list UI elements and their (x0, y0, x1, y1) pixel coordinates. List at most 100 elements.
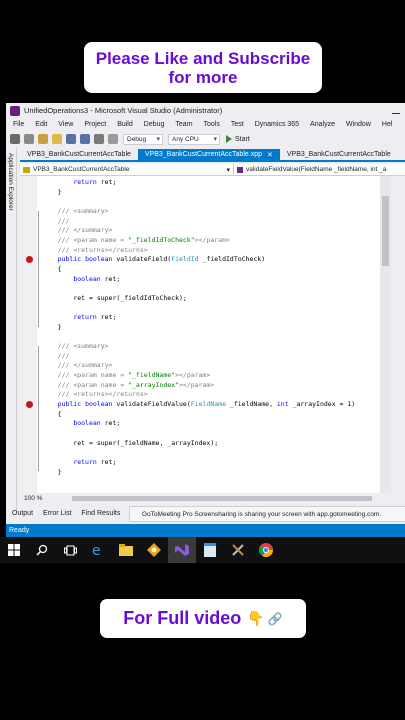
redo-icon[interactable] (108, 134, 118, 144)
code-line: public boolean validateField(FieldId _fi… (26, 255, 265, 264)
search-icon[interactable] (28, 537, 56, 563)
code-line: /// <summary> (42, 206, 109, 215)
full-video-banner[interactable]: For Full video 👇 🔗 (100, 599, 306, 638)
code-line: public boolean validateFieldValue(FieldN… (26, 400, 355, 409)
full-video-text: For Full video (123, 608, 242, 628)
class-dropdown[interactable]: VPB3_BankCustCurrentAccTable (20, 164, 234, 175)
start-label: Start (235, 135, 250, 143)
outline-guide (38, 210, 39, 327)
visual-studio-icon[interactable] (168, 537, 196, 563)
forward-icon[interactable] (24, 134, 34, 144)
standard-toolbar: Debug Any CPU Start (6, 131, 405, 147)
code-line: { (42, 264, 62, 273)
tab-table-designer-2[interactable]: VPB3_BankCustCurrentAccTable (280, 149, 398, 160)
menu-project[interactable]: Project (84, 121, 106, 128)
banner-line-1: Please Like and Subscribe (95, 48, 311, 68)
menu-debug[interactable]: Debug (144, 121, 165, 128)
scroll-thumb[interactable] (382, 196, 389, 266)
status-bar: Ready (6, 524, 405, 537)
code-line: /// </summary> (42, 226, 113, 235)
code-line: } (42, 322, 62, 331)
menu-window[interactable]: Window (346, 121, 371, 128)
menu-tools[interactable]: Tools (204, 121, 220, 128)
menu-help[interactable]: Hel (382, 121, 393, 128)
tab-label: VPB3_BankCustCurrentAccTable (286, 151, 391, 158)
tab-error-list[interactable]: Error List (43, 510, 71, 517)
windows-taskbar: e (0, 537, 405, 563)
title-bar: UnifiedOperations3 - Microsoft Visual St… (6, 103, 405, 118)
platform-select[interactable]: Any CPU (168, 133, 220, 145)
pointing-down-icon: 👇 (247, 610, 265, 627)
link-icon: 🔗 (267, 611, 283, 626)
screensharing-notification: GoToMeeting Pro Screensharing is sharing… (129, 506, 405, 522)
windows-start-icon[interactable] (0, 537, 28, 563)
tools-icon[interactable] (224, 537, 252, 563)
code-line: } (42, 187, 62, 196)
editor-footer: 100 % (20, 493, 391, 503)
code-line: /// <returns></returns> (42, 245, 148, 254)
chrome-icon[interactable] (252, 537, 280, 563)
code-line: boolean ret; (73, 274, 121, 283)
file-explorer-icon[interactable] (112, 537, 140, 563)
application-explorer-panel[interactable]: Application Explorer (6, 147, 17, 512)
code-editor[interactable]: return ret; } /// <summary> /// /// </su… (20, 176, 380, 493)
class-icon (23, 166, 30, 173)
tab-find-results[interactable]: Find Results (81, 510, 120, 517)
code-line: /// (42, 216, 70, 225)
tab-table-designer[interactable]: VPB3_BankCustCurrentAccTable (20, 149, 138, 160)
tab-output[interactable]: Output (12, 510, 33, 517)
outline-guide (38, 346, 39, 472)
svg-text:e: e (92, 543, 101, 557)
notepad-icon[interactable] (196, 537, 224, 563)
code-line: /// </summary> (42, 361, 113, 370)
menu-build[interactable]: Build (117, 121, 133, 128)
back-icon[interactable] (10, 134, 20, 144)
edge-icon[interactable]: e (84, 537, 112, 563)
method-icon (237, 166, 243, 173)
notification-text: GoToMeeting Pro Screensharing is sharing… (142, 510, 382, 518)
code-line: /// <returns></returns> (42, 390, 148, 399)
save-all-icon[interactable] (80, 134, 90, 144)
menu-team[interactable]: Team (175, 121, 192, 128)
new-project-icon[interactable] (38, 134, 48, 144)
menu-bar: File Edit View Project Build Debug Team … (6, 118, 405, 131)
class-name: VPB3_BankCustCurrentAccTable (33, 166, 130, 173)
code-line: boolean ret; (73, 419, 121, 428)
undo-icon[interactable] (94, 134, 104, 144)
code-line: /// (42, 351, 70, 360)
tab-label: VPB3_BankCustCurrentAccTable.xpp (144, 151, 263, 158)
task-view-icon[interactable] (56, 537, 84, 563)
menu-file[interactable]: File (13, 121, 24, 128)
menu-analyze[interactable]: Analyze (310, 121, 335, 128)
code-line: /// <param name = "_fieldName"></param> (42, 371, 211, 379)
puzzle-app-icon[interactable] (140, 537, 168, 563)
menu-view[interactable]: View (58, 121, 73, 128)
code-line: return ret; (73, 178, 117, 186)
code-line: ret = super(_fieldIdToCheck); (73, 293, 187, 302)
horizontal-scroll-thumb[interactable] (72, 495, 373, 501)
code-line: return ret; (73, 457, 117, 466)
play-icon (226, 135, 232, 143)
breakpoint-margin[interactable] (20, 176, 37, 493)
menu-test[interactable]: Test (231, 121, 244, 128)
visual-studio-logo-icon (10, 105, 20, 116)
save-icon[interactable] (66, 134, 76, 144)
application-explorer-label: Application Explorer (7, 153, 14, 211)
start-button[interactable]: Start (226, 135, 250, 143)
zoom-level[interactable]: 100 % (24, 495, 42, 502)
open-icon[interactable] (52, 134, 62, 144)
breakpoint-icon[interactable] (26, 400, 33, 408)
tab-xpp-source[interactable]: VPB3_BankCustCurrentAccTable.xpp ✕ (137, 149, 280, 160)
code-line: ret = super(_fieldName, _arrayIndex); (73, 438, 219, 447)
configuration-select[interactable]: Debug (123, 133, 163, 145)
minimize-button[interactable] (389, 106, 403, 116)
menu-edit[interactable]: Edit (35, 121, 47, 128)
close-icon[interactable]: ✕ (267, 151, 273, 159)
menu-dynamics-365[interactable]: Dynamics 365 (255, 121, 299, 128)
member-name: validateFieldValue(FieldName _fieldName,… (246, 166, 387, 173)
code-line: } (42, 467, 62, 476)
member-dropdown[interactable]: validateFieldValue(FieldName _fieldName,… (234, 166, 386, 173)
vertical-scrollbar[interactable] (380, 176, 391, 493)
code-line: /// <summary> (42, 342, 109, 351)
code-line: /// <param name = "_fieldIdToCheck"></pa… (42, 235, 230, 244)
